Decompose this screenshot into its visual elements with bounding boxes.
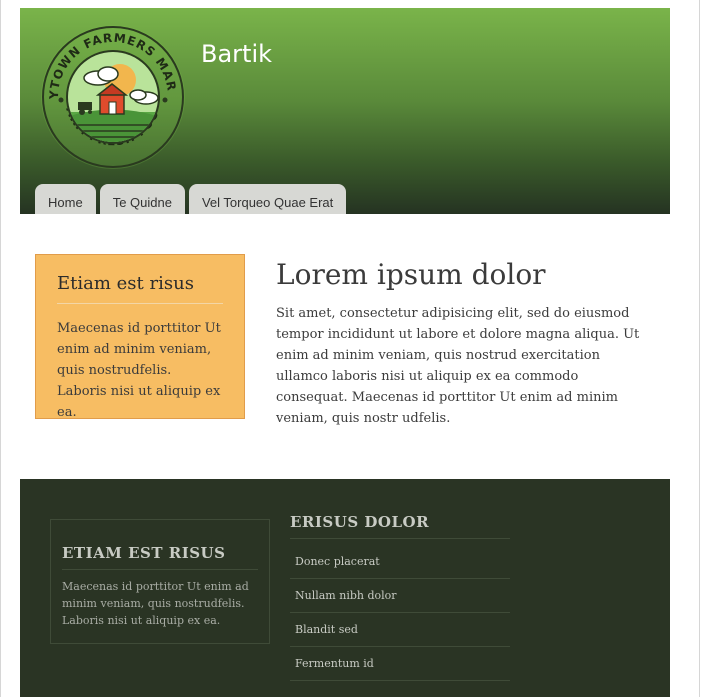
tab-home[interactable]: Home [35,184,96,214]
footer-menu-item-nullam[interactable]: Nullam nibh dolor [290,579,510,613]
footer-menu-title: ERISUS DOLOR [290,513,510,539]
main-nav: Home Te Quidne Vel Torqueo Quae Erat [35,184,347,214]
tab-te-quidne[interactable]: Te Quidne [99,184,185,214]
footer-menu-item-blandit[interactable]: Blandit sed [290,613,510,647]
site-footer: ETIAM EST RISUS Maecenas id porttitor Ut… [20,479,670,697]
sidebar-title: Etiam est risus [57,273,223,304]
footer-block-title: ETIAM EST RISUS [62,544,258,570]
site-header: ANYTOWN FARMERS MARKET FARM FRESH FOOD [20,8,670,214]
site-name[interactable]: Bartik [201,40,272,68]
tab-vel-torqueo[interactable]: Vel Torqueo Quae Erat [188,184,347,214]
sidebar-text: Maecenas id porttitor Ut enim ad minim v… [57,321,221,420]
footer-menu-list: Donec placerat Nullam nibh dolor Blandit… [290,545,510,681]
footer-block: ETIAM EST RISUS Maecenas id porttitor Ut… [50,519,270,644]
footer-menu: ERISUS DOLOR Donec placerat Nullam nibh … [290,513,510,681]
sidebar-block: Etiam est risus Maecenas id porttitor Ut… [35,254,245,420]
page-title: Lorem ipsum dolor [276,258,546,291]
page: ANYTOWN FARMERS MARKET FARM FRESH FOOD [20,8,670,214]
footer-menu-item-fermentum[interactable]: Fermentum id [290,647,510,681]
footer-menu-item-donec[interactable]: Donec placerat [290,545,510,579]
site-logo[interactable]: ANYTOWN FARMERS MARKET FARM FRESH FOOD [38,22,188,172]
footer-block-text: Maecenas id porttitor Ut enim ad minim v… [62,580,249,627]
main-body-text: Sit amet, consectetur adipisicing elit, … [276,306,640,426]
